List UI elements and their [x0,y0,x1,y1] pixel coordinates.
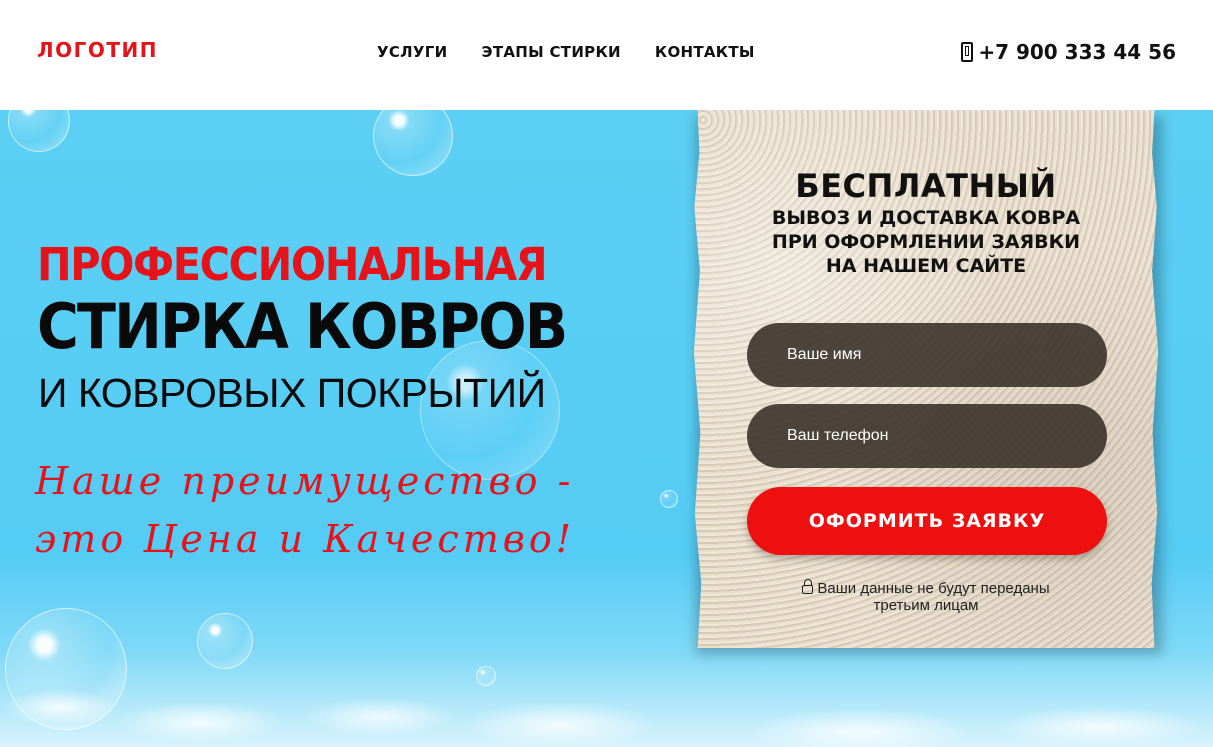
soap-bubble [660,490,678,508]
lock-icon [802,579,814,594]
privacy-line-1: Ваши данные не будут переданы [817,580,1050,597]
mobile-phone-icon [961,42,974,62]
nav-item-washing-stages[interactable]: ЭТАПЫ СТИРКИ [482,43,621,61]
hero-title-accent: ПРОФЕССИОНАЛЬНАЯ [37,238,548,291]
soap-bubble [8,110,70,152]
hero-title-main: СТИРКА КОВРОВ [37,290,568,363]
nav-item-contacts[interactable]: КОНТАКТЫ [655,43,755,61]
header-phone[interactable]: +7 900 333 44 56 [961,40,1176,64]
soap-bubble [373,110,453,176]
offer-description: ВЫВОЗ И ДОСТАВКА КОВРА ПРИ ОФОРМЛЕНИИ ЗА… [694,206,1158,278]
offer-line-2: ПРИ ОФОРМЛЕНИИ ЗАЯВКИ [771,231,1081,253]
site-header: ЛОГОТИП УСЛУГИ ЭТАПЫ СТИРКИ КОНТАКТЫ +7 … [0,0,1213,110]
offer-line-3: НА НАШЕМ САЙТЕ [825,255,1027,277]
order-form-card: БЕСПЛАТНЫЙ ВЫВОЗ И ДОСТАВКА КОВРА ПРИ ОФ… [693,110,1159,648]
phone-input[interactable] [747,404,1107,468]
logo[interactable]: ЛОГОТИП [37,38,158,62]
hero-slogan: Наше преимущество - это Цена и Качество! [35,452,575,568]
main-nav: УСЛУГИ ЭТАПЫ СТИРКИ КОНТАКТЫ [377,43,755,61]
slogan-line-2: это Цена и Качество! [35,517,575,561]
nav-item-services[interactable]: УСЛУГИ [377,43,448,61]
slogan-line-1: Наше преимущество - [35,459,575,503]
privacy-note: Ваши данные не будут переданы третьим ли… [694,579,1158,614]
hero-subtitle: И КОВРОВЫХ ПОКРЫТИЙ [38,370,546,416]
submit-order-button[interactable]: ОФОРМИТЬ ЗАЯВКУ [747,487,1107,555]
phone-number[interactable]: +7 900 333 44 56 [978,40,1176,64]
hero-section: ПРОФЕССИОНАЛЬНАЯ СТИРКА КОВРОВ И КОВРОВЫ… [0,110,1213,747]
offer-title: БЕСПЛАТНЫЙ [795,167,1057,205]
privacy-line-2: третьим лицам [873,597,979,614]
name-input[interactable] [747,323,1107,387]
offer-line-1: ВЫВОЗ И ДОСТАВКА КОВРА [771,207,1081,229]
